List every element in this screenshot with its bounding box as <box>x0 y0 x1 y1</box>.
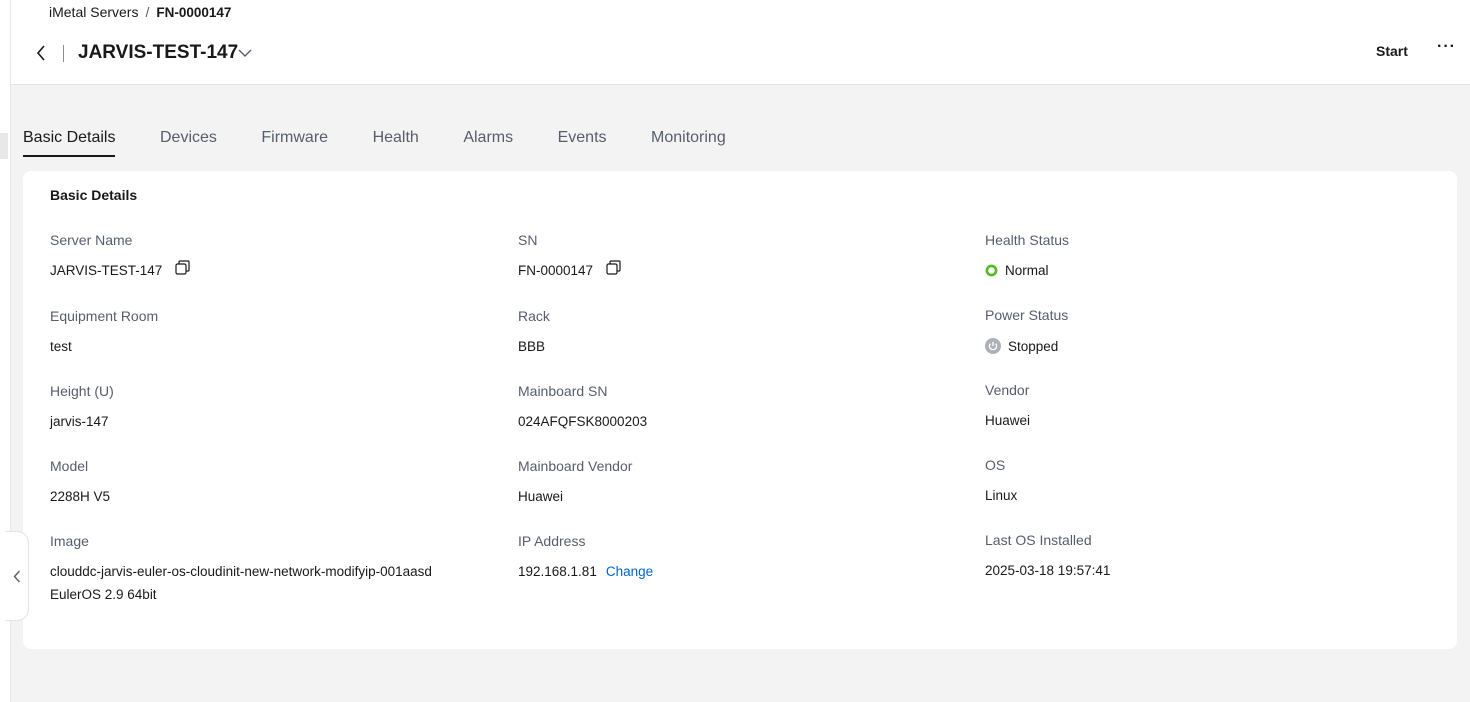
field-sn: SN FN-0000147 <box>518 232 621 278</box>
card-title: Basic Details <box>50 187 138 203</box>
tab-alarms[interactable]: Alarms <box>463 118 513 157</box>
chevron-left-icon <box>13 570 20 582</box>
left-nav-marker <box>0 133 8 159</box>
basic-details-card: Basic Details Server Name JARVIS-TEST-14… <box>23 171 1457 649</box>
tab-devices[interactable]: Devices <box>160 118 217 157</box>
field-label: Mainboard SN <box>518 383 608 399</box>
vendor-value: Huawei <box>985 413 1031 428</box>
rack-value: BBB <box>518 339 546 354</box>
field-label: Image <box>50 533 89 549</box>
page-title: JARVIS-TEST-147 <box>78 42 239 63</box>
breadcrumb-separator: / <box>145 4 150 20</box>
field-height: Height (U) jarvis-147 <box>50 383 114 429</box>
power-stopped-icon <box>985 338 1001 354</box>
tab-events[interactable]: Events <box>558 118 607 157</box>
field-label: Power Status <box>985 307 1069 323</box>
back-button[interactable] <box>31 42 51 64</box>
field-value: JARVIS-TEST-147 <box>50 260 190 278</box>
field-vendor: Vendor Huawei <box>985 382 1030 428</box>
tab-health[interactable]: Health <box>373 118 419 157</box>
title-divider <box>63 45 64 62</box>
field-value: Normal <box>985 263 1069 278</box>
sidebar-expand-toggle[interactable] <box>5 531 29 621</box>
breadcrumb: iMetal Servers / FN-0000147 <box>49 4 231 20</box>
field-label: Health Status <box>985 232 1070 248</box>
server-switch-dropdown[interactable] <box>236 43 254 63</box>
image-os-value: EulerOS 2.9 64bit <box>50 587 157 602</box>
last-os-installed-value: 2025-03-18 19:57:41 <box>985 563 1111 578</box>
field-value: Stopped <box>985 338 1068 354</box>
field-label: OS <box>985 457 1006 473</box>
field-label: Last OS Installed <box>985 532 1092 548</box>
field-value: FN-0000147 <box>518 260 621 278</box>
field-label: Equipment Room <box>50 308 159 324</box>
more-actions-button[interactable]: ··· <box>1437 38 1456 56</box>
tab-basic-details[interactable]: Basic Details <box>23 118 116 157</box>
mainboard-vendor-value: Huawei <box>518 489 564 504</box>
start-button[interactable]: Start <box>1376 43 1408 59</box>
field-label: Model <box>50 458 89 474</box>
field-image: Image clouddc-jarvis-euler-os-cloudinit-… <box>50 533 432 602</box>
health-status-value: Normal <box>1005 263 1049 278</box>
field-label: SN <box>518 232 538 248</box>
sn-value: FN-0000147 <box>518 263 594 278</box>
tab-monitoring[interactable]: Monitoring <box>651 118 726 157</box>
field-label: IP Address <box>518 533 586 549</box>
chevron-left-icon <box>36 45 45 61</box>
breadcrumb-current: FN-0000147 <box>156 4 232 20</box>
field-label: Mainboard Vendor <box>518 458 633 474</box>
field-mainboard-vendor: Mainboard Vendor Huawei <box>518 458 632 504</box>
tab-firmware[interactable]: Firmware <box>261 118 328 157</box>
field-server-name: Server Name JARVIS-TEST-147 <box>50 232 190 278</box>
field-last-os-installed: Last OS Installed 2025-03-18 19:57:41 <box>985 532 1110 578</box>
field-label: Vendor <box>985 382 1030 398</box>
field-mainboard-sn: Mainboard SN 024AFQFSK8000203 <box>518 383 647 429</box>
breadcrumb-parent-link[interactable]: iMetal Servers <box>49 4 138 20</box>
tab-bar: Basic Details Devices Firmware Health Al… <box>23 118 770 158</box>
height-value: jarvis-147 <box>50 414 109 429</box>
model-value: 2288H V5 <box>50 489 111 504</box>
field-label: Rack <box>518 308 550 324</box>
mainboard-sn-value: 024AFQFSK8000203 <box>518 414 648 429</box>
health-normal-icon <box>985 264 998 277</box>
field-ip-address: IP Address 192.168.1.81 Change <box>518 533 653 579</box>
field-health-status: Health Status Normal <box>985 232 1069 278</box>
field-os: OS Linux <box>985 457 1017 503</box>
copy-icon[interactable] <box>606 260 621 275</box>
image-value: clouddc-jarvis-euler-os-cloudinit-new-ne… <box>50 564 432 579</box>
power-status-value: Stopped <box>1008 338 1059 354</box>
page-header: iMetal Servers / FN-0000147 JARVIS-TEST-… <box>11 0 1470 85</box>
os-value: Linux <box>985 488 1018 503</box>
field-label: Server Name <box>50 232 133 248</box>
field-power-status: Power Status Stopped <box>985 307 1068 354</box>
field-equipment-room: Equipment Room test <box>50 308 158 354</box>
field-rack: Rack BBB <box>518 308 550 354</box>
ip-address-value: 192.168.1.81 <box>518 564 597 579</box>
change-ip-link[interactable]: Change <box>606 564 653 579</box>
equipment-room-value: test <box>50 339 72 354</box>
field-label: Height (U) <box>50 383 114 399</box>
field-value: 192.168.1.81 Change <box>518 564 653 579</box>
server-name-value: JARVIS-TEST-147 <box>50 263 163 278</box>
chevron-down-icon <box>238 49 252 57</box>
field-model: Model 2288H V5 <box>50 458 110 504</box>
copy-icon[interactable] <box>175 260 190 275</box>
